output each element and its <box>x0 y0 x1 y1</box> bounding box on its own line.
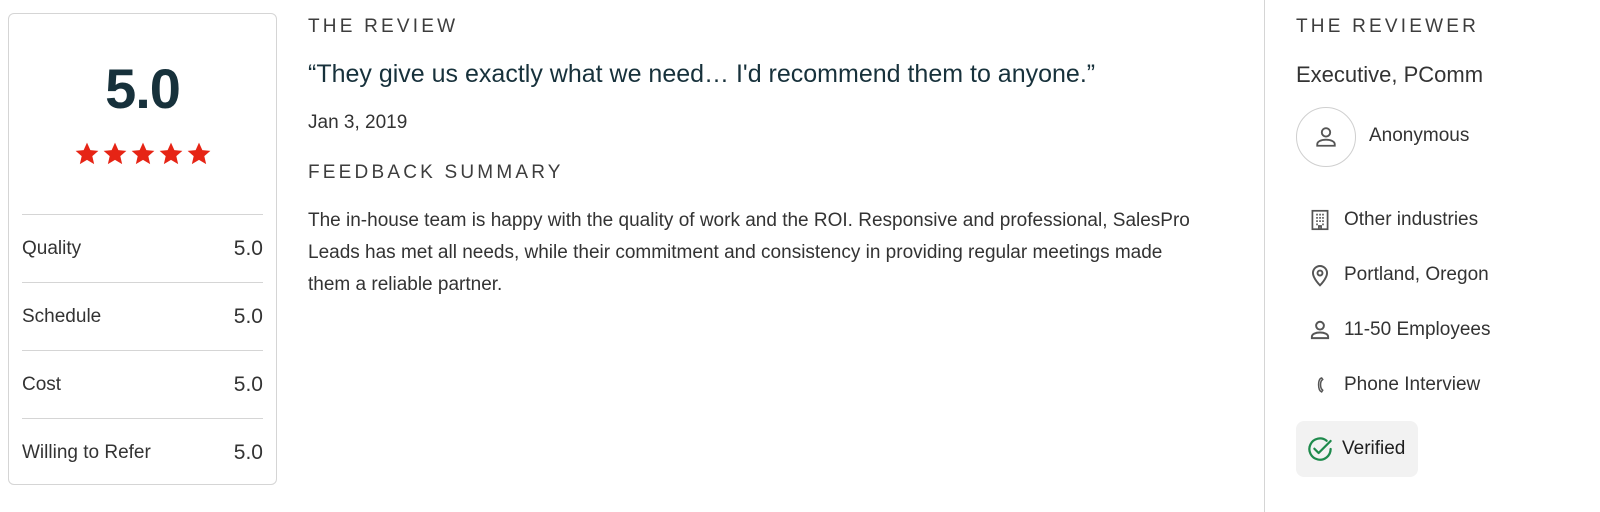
overall-rating: 5.0 <box>105 57 181 120</box>
reviewer-name: Anonymous <box>1369 125 1470 146</box>
score-breakdown: Quality 5.0 Schedule 5.0 Cost 5.0 Willin… <box>22 214 263 486</box>
industry-text: Other industries <box>1344 209 1479 230</box>
review-page: 5.0 Quality 5.0 Schedule 5.0 Cost 5.0 Wi… <box>0 0 1600 512</box>
score-row-willing-to-refer: Willing to Refer 5.0 <box>22 418 263 486</box>
score-label: Willing to Refer <box>22 441 151 463</box>
feedback-summary-heading: FEEDBACK SUMMARY <box>308 162 564 183</box>
avatar <box>1296 107 1356 167</box>
star-icon <box>159 142 182 165</box>
score-row-quality: Quality 5.0 <box>22 214 263 282</box>
score-row-cost: Cost 5.0 <box>22 350 263 418</box>
reviewer-position: Executive, PComm <box>1296 62 1484 87</box>
verified-badge: Verified <box>1296 421 1418 477</box>
score-label: Schedule <box>22 305 102 327</box>
person-icon <box>1296 317 1344 343</box>
review-heading: THE REVIEW <box>308 16 459 37</box>
star-icon <box>131 142 154 165</box>
score-value: 5.0 <box>233 440 263 464</box>
review-date: Jan 3, 2019 <box>308 112 408 133</box>
interview-text: Phone Interview <box>1344 374 1481 395</box>
reviewer-section: THE REVIEWER Executive, PComm Anonymous … <box>1296 0 1596 512</box>
person-icon <box>1316 127 1336 147</box>
verified-label: Verified <box>1342 438 1406 459</box>
score-value: 5.0 <box>233 304 263 328</box>
star-icon <box>187 142 210 165</box>
company-size-text: 11-50 Employees <box>1344 319 1491 340</box>
location-text: Portland, Oregon <box>1344 264 1489 285</box>
score-row-schedule: Schedule 5.0 <box>22 282 263 350</box>
score-label: Quality <box>22 237 82 259</box>
feedback-summary-text: The in-house team is happy with the qual… <box>308 210 1190 295</box>
location-pin-icon <box>1296 262 1344 288</box>
score-value: 5.0 <box>233 372 263 396</box>
score-label: Cost <box>22 373 62 395</box>
check-circle-icon <box>1300 434 1340 464</box>
phone-icon <box>1296 372 1344 398</box>
star-icon <box>103 142 126 165</box>
review-quote: “They give us exactly what we need… I'd … <box>308 60 1096 88</box>
building-icon <box>1296 207 1344 233</box>
reviewer-heading: THE REVIEWER <box>1296 16 1480 37</box>
detail-location: Portland, Oregon <box>1296 255 1576 295</box>
detail-interview: Phone Interview <box>1296 365 1576 405</box>
star-rating <box>9 141 276 167</box>
column-divider <box>1264 0 1265 512</box>
rating-card: 5.0 Quality 5.0 Schedule 5.0 Cost 5.0 Wi… <box>8 13 277 485</box>
score-value: 5.0 <box>233 236 263 260</box>
detail-company-size: 11-50 Employees <box>1296 310 1576 350</box>
star-icon <box>75 142 98 165</box>
detail-industry: Other industries <box>1296 200 1576 240</box>
